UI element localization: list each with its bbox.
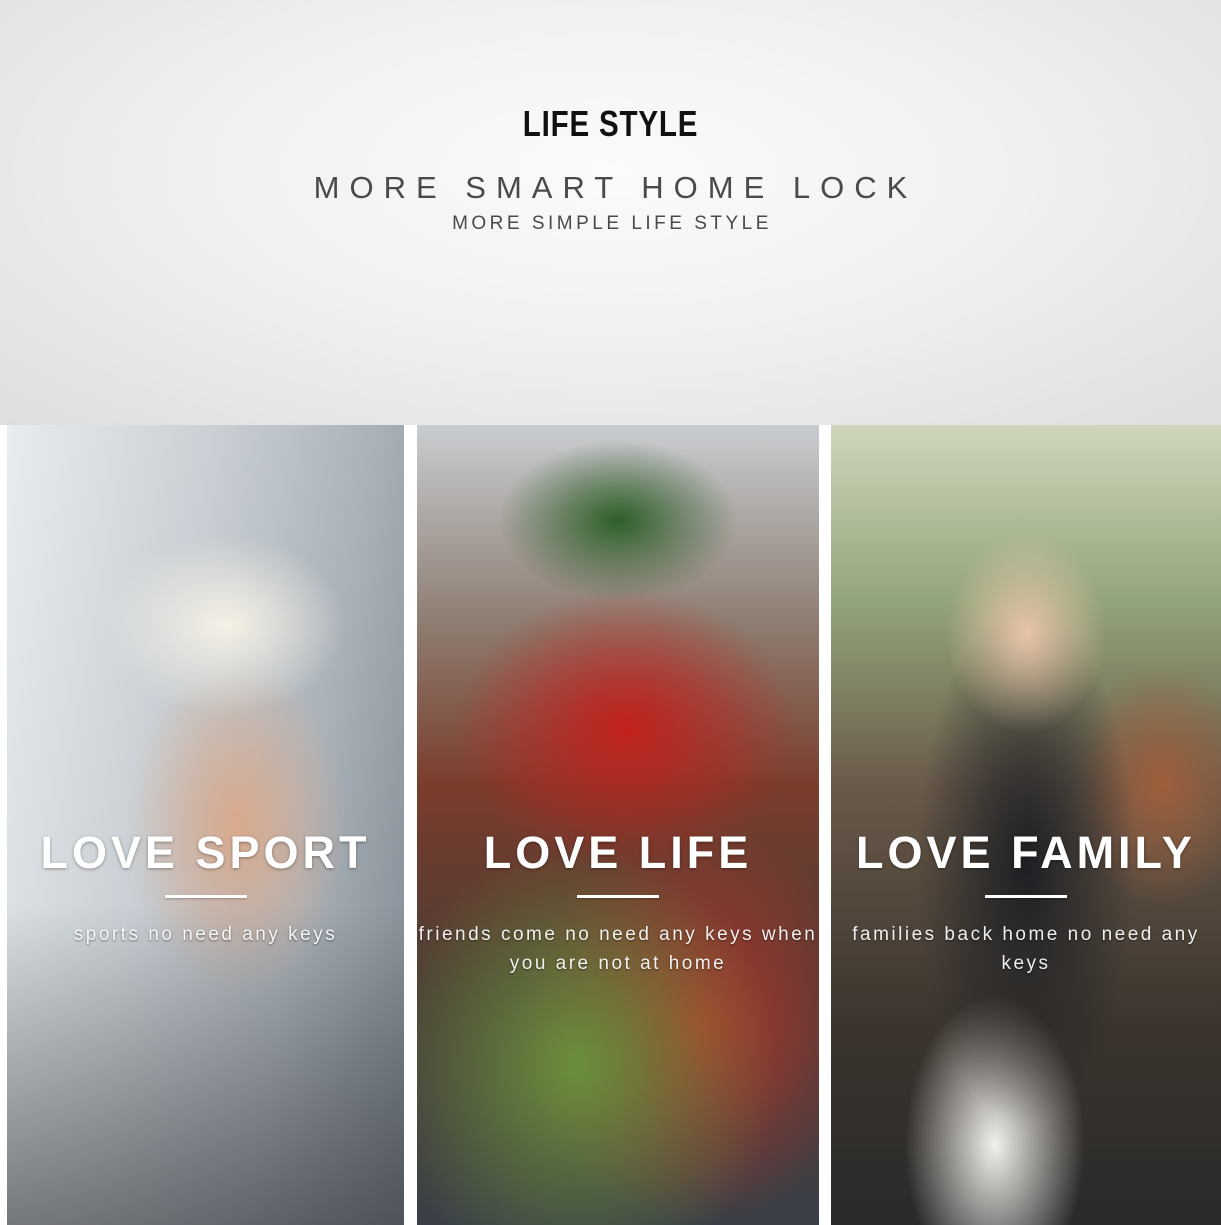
panel-love-family: LOVE FAMILY families back home no need a… — [831, 425, 1221, 1225]
panel-heading: LOVE FAMILY — [856, 827, 1196, 878]
heading-divider — [985, 895, 1067, 898]
section-subtitle: MORE SMART HOME LOCK — [313, 170, 918, 205]
panel-text: LOVE SPORT sports no need any keys — [7, 825, 404, 949]
panel-heading: LOVE SPORT — [40, 827, 371, 878]
heading-divider — [577, 895, 659, 898]
panel-caption: families back home no need any keys — [852, 924, 1200, 974]
heading-divider — [164, 895, 247, 898]
panel-caption: friends come no need any keys when you a… — [418, 924, 818, 974]
section-title: LIFE STYLE — [522, 103, 699, 144]
panel-love-life: LOVE LIFE friends come no need any keys … — [417, 425, 819, 1225]
panel-love-sport: LOVE SPORT sports no need any keys — [7, 425, 404, 1225]
section-tagline: MORE SIMPLE LIFE STYLE — [452, 213, 772, 234]
banner-header: LIFE STYLE MORE SMART HOME LOCK MORE SIM… — [0, 0, 1221, 425]
panel-caption: sports no need any keys — [73, 924, 338, 945]
panel-heading: LOVE LIFE — [483, 827, 753, 878]
lifestyle-banner: LIFE STYLE MORE SMART HOME LOCK MORE SIM… — [0, 0, 1221, 1225]
panel-text: LOVE FAMILY families back home no need a… — [831, 825, 1221, 978]
panel-text: LOVE LIFE friends come no need any keys … — [417, 825, 819, 978]
